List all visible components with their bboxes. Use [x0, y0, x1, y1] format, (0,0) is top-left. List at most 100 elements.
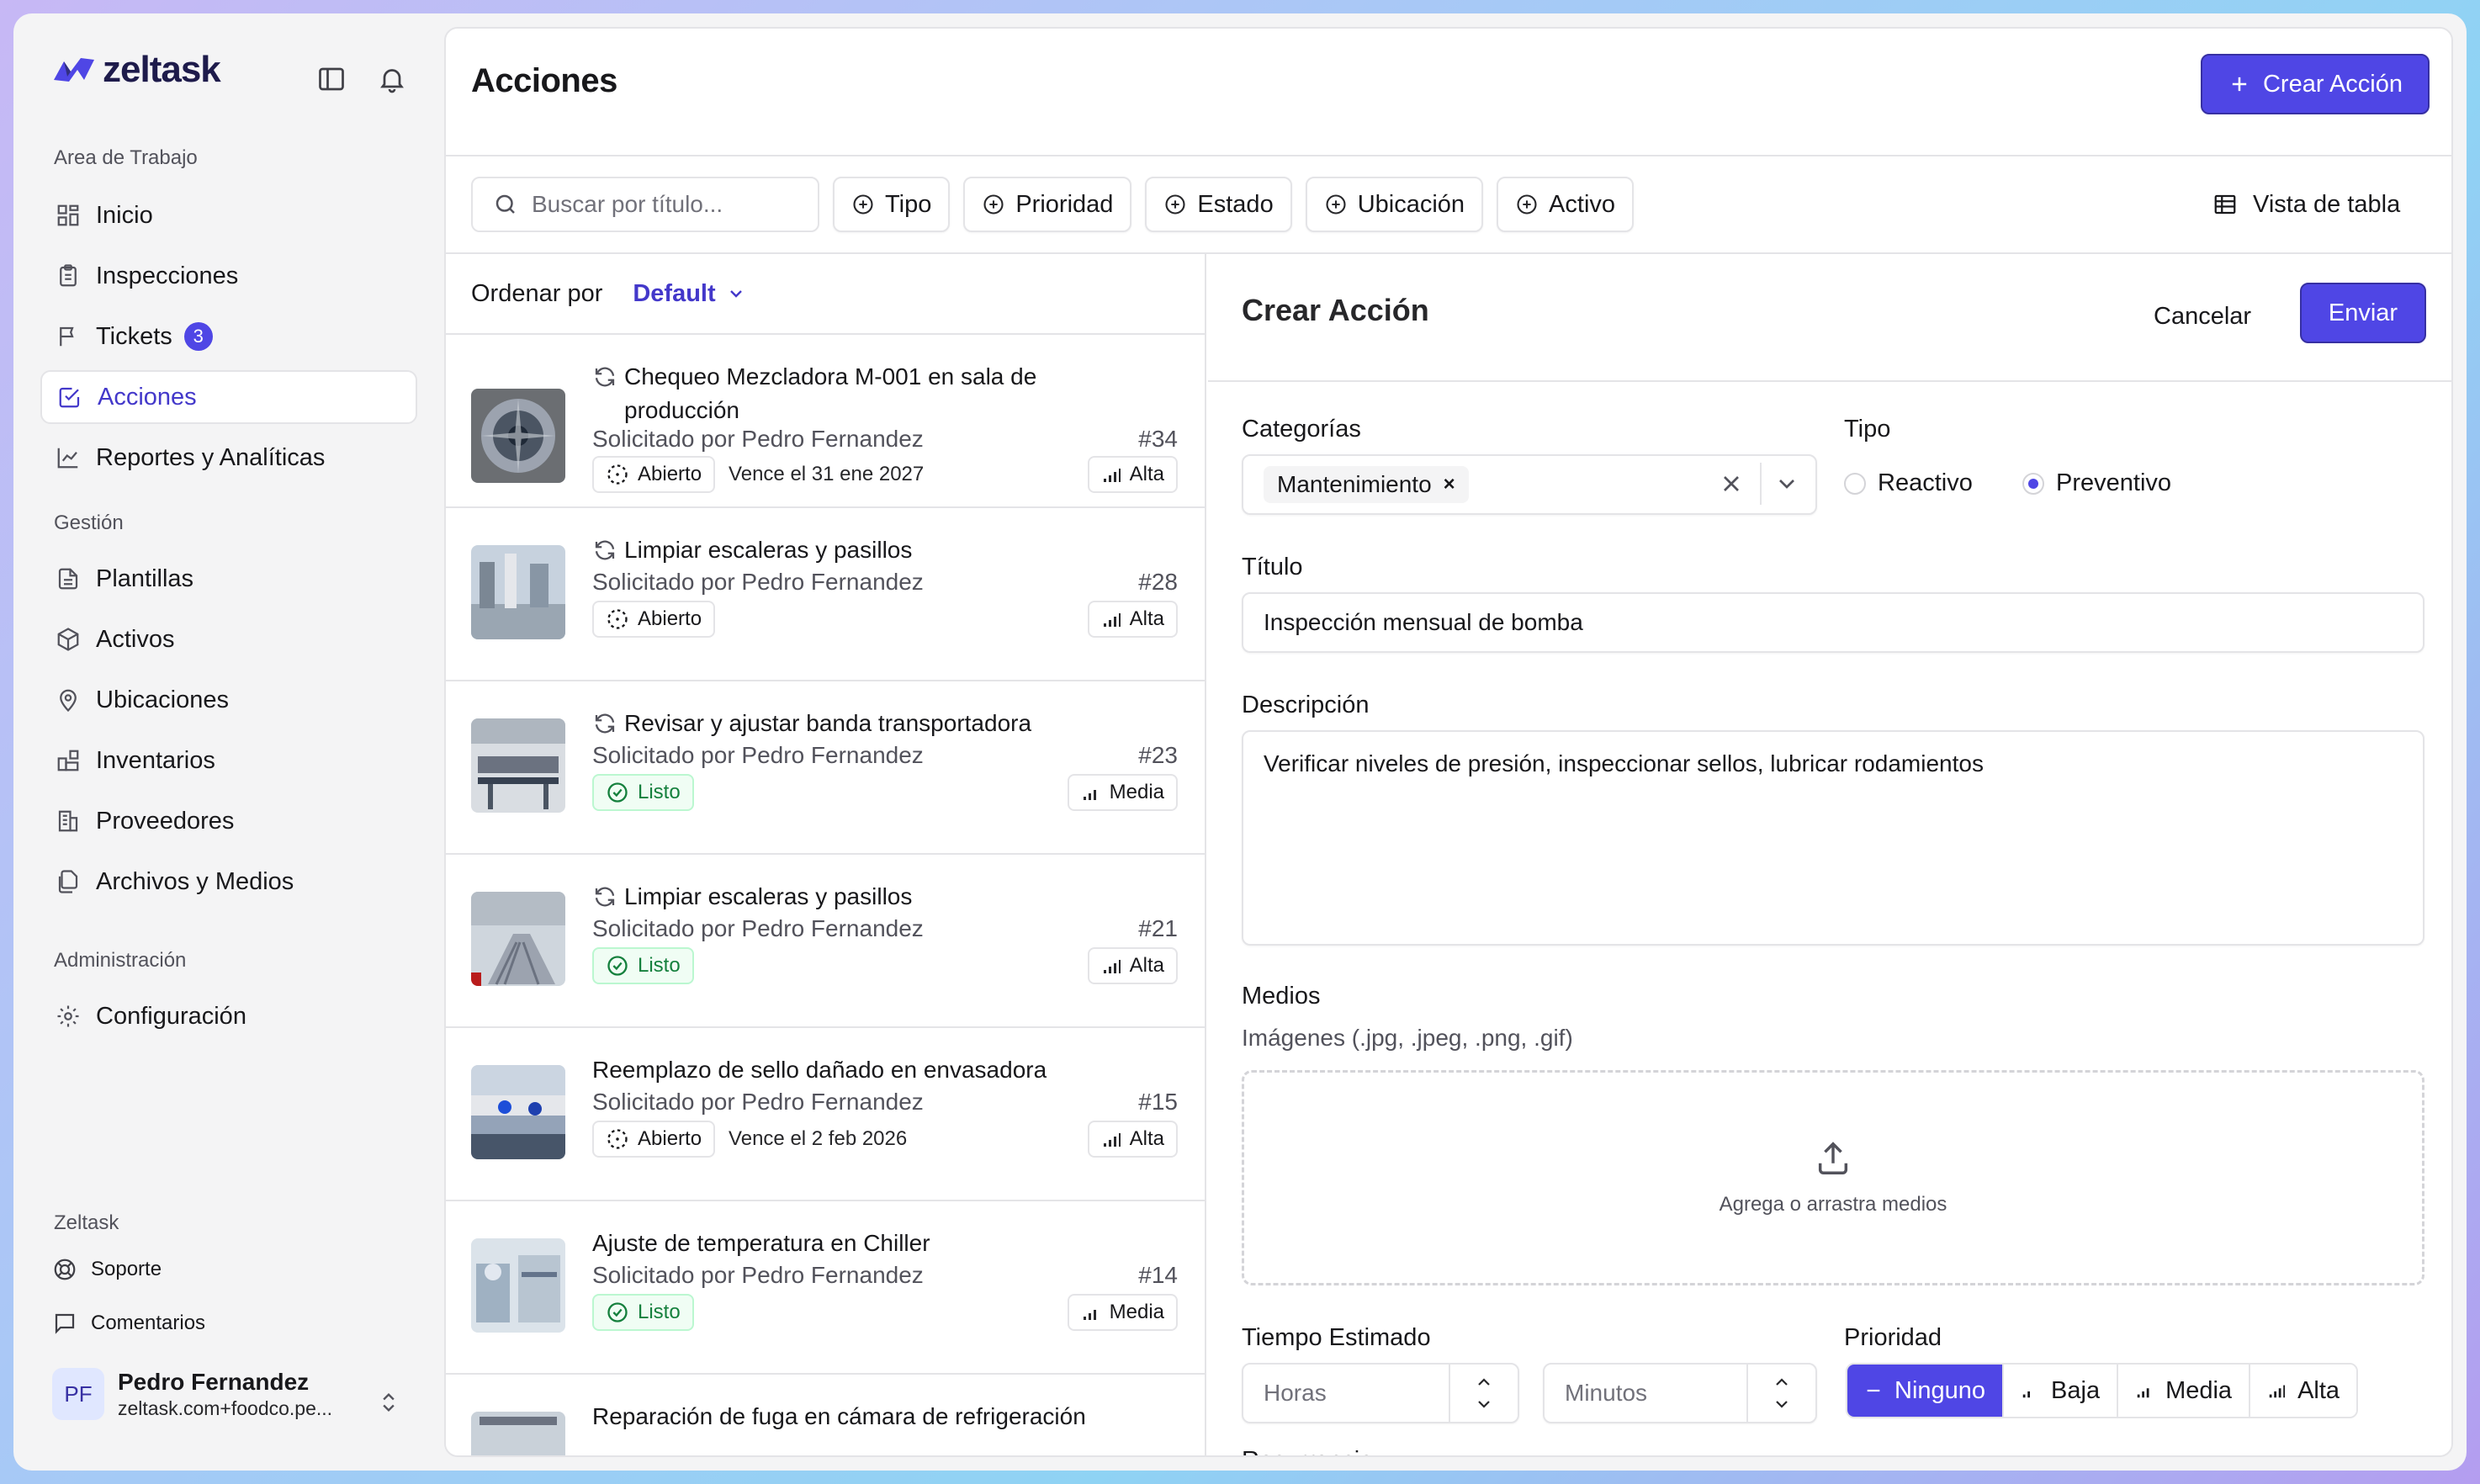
actions-list: Ordenar por Default Chequeo Mezcladora M… [446, 254, 1206, 1455]
submit-button[interactable]: Enviar [2300, 283, 2426, 343]
list-item[interactable]: Reparación de fuga en cámara de refriger… [446, 1375, 1205, 1455]
hours-stepper[interactable] [1242, 1363, 1519, 1423]
chevron-up-icon[interactable] [1772, 1372, 1792, 1392]
sidebar-item-inspecciones[interactable]: Inspecciones [40, 249, 417, 303]
list-item[interactable]: Limpiar escaleras y pasillos Solicitado … [446, 508, 1205, 681]
sidebar-toggle-icon[interactable] [316, 64, 347, 94]
item-meta: Abierto Vence el 2 feb 2026 [592, 1121, 907, 1158]
list-item[interactable]: Limpiar escaleras y pasillos Solicitado … [446, 855, 1205, 1028]
description-textarea[interactable]: Verificar niveles de presión, inspeccion… [1264, 749, 2399, 925]
sidebar-item-inicio[interactable]: Inicio [40, 188, 417, 242]
priority-option-baja[interactable]: Baja [2002, 1365, 2117, 1417]
sidebar-item-inventarios[interactable]: Inventarios [40, 734, 417, 787]
sidebar-item-proveedores[interactable]: Proveedores [40, 794, 417, 848]
clipboard-icon [60, 264, 77, 287]
grid-icon [57, 204, 79, 226]
radio-label: Preventivo [2056, 469, 2172, 496]
hours-input[interactable] [1264, 1380, 1432, 1407]
plus-icon [2232, 77, 2247, 92]
remove-category-icon[interactable]: × [1444, 473, 1455, 496]
item-title-row: Limpiar escaleras y pasillos [592, 880, 1097, 914]
filter-chip-tipo[interactable]: Tipo [833, 177, 951, 232]
filter-chip-activo[interactable]: Activo [1497, 177, 1635, 232]
brand-name: zeltask [103, 49, 221, 90]
chevron-down-icon[interactable] [1474, 1394, 1494, 1414]
sidebar-item-plantillas[interactable]: Plantillas [40, 552, 417, 606]
sidebar-item-tickets[interactable]: Tickets 3 [40, 310, 417, 363]
search-input[interactable] [532, 191, 809, 218]
divider [1208, 380, 2451, 382]
bell-icon[interactable] [377, 64, 407, 94]
item-thumbnail [471, 1412, 565, 1455]
cancel-button[interactable]: Cancelar [2137, 286, 2268, 347]
title-field[interactable] [1242, 592, 2424, 653]
minutes-stepper-buttons [1746, 1365, 1815, 1422]
brand-logo[interactable]: zeltask [52, 49, 221, 91]
gear-icon [57, 1005, 79, 1027]
item-title-row: Ajuste de temperatura en Chiller [592, 1227, 1097, 1260]
search-icon [495, 194, 515, 214]
chevron-down-icon[interactable] [1772, 1394, 1792, 1414]
user-menu[interactable]: PF Pedro Fernandez zeltask.com+foodco.pe… [52, 1368, 332, 1420]
plus-circle-icon [853, 194, 873, 215]
sidebar-item-acciones[interactable]: Acciones [40, 370, 417, 424]
check-square-icon [59, 387, 80, 408]
filter-chip-prioridad[interactable]: Prioridad [963, 177, 1132, 232]
priority-option-alta[interactable]: Alta [2249, 1365, 2357, 1417]
item-meta: Abierto [592, 601, 716, 638]
priority-option-ninguno[interactable]: Ninguno [1847, 1365, 2003, 1417]
priority-option-label: Ninguno [1894, 1376, 1986, 1404]
categories-select[interactable]: Mantenimiento × [1242, 454, 1817, 515]
circle-dashed-icon [607, 464, 628, 485]
chevron-down-icon[interactable] [1773, 470, 1800, 497]
title-input[interactable] [1264, 609, 2391, 636]
category-chip: Mantenimiento × [1264, 466, 1469, 503]
create-action-button[interactable]: Crear Acción [2201, 54, 2430, 114]
page-title: Acciones [471, 62, 617, 99]
sidebar-item-ubicaciones[interactable]: Ubicaciones [40, 673, 417, 727]
footer-item-soporte[interactable]: Soporte [52, 1257, 162, 1282]
user-email: zeltask.com+foodco.pe... [118, 1397, 333, 1419]
sidebar-item-activos[interactable]: Activos [40, 612, 417, 666]
sidebar-item-label: Reportes y Analíticas [96, 443, 326, 471]
plus-circle-icon [1165, 194, 1185, 215]
hours-stepper-buttons [1449, 1365, 1518, 1422]
chevrons-up-down-icon[interactable] [377, 1388, 400, 1417]
sidebar-item-archivos[interactable]: Archivos y Medios [40, 855, 417, 909]
radio-button[interactable] [2022, 472, 2044, 495]
type-radio-preventivo[interactable]: Preventivo [2022, 469, 2171, 497]
list-item[interactable]: Revisar y ajustar banda transportadora S… [446, 681, 1205, 855]
flag-icon [60, 326, 74, 347]
priority-option-media[interactable]: Media [2117, 1365, 2249, 1417]
status-label: Abierto [638, 1127, 702, 1150]
recurring-icon [595, 540, 615, 560]
sidebar-item-reportes[interactable]: Reportes y Analíticas [40, 431, 417, 485]
minutes-stepper[interactable] [1543, 1363, 1817, 1423]
radio-button[interactable] [1844, 472, 1866, 495]
item-number: #28 [1138, 569, 1178, 595]
create-action-form: Crear Acción Cancelar Enviar Categorías … [1208, 254, 2451, 1455]
tickets-count-badge: 3 [183, 322, 213, 351]
item-thumbnail [471, 1238, 565, 1333]
description-field[interactable]: Verificar niveles de presión, inspeccion… [1242, 730, 2424, 946]
filter-chip-estado[interactable]: Estado [1145, 177, 1292, 232]
list-item[interactable]: Chequeo Mezcladora M-001 en sala de prod… [446, 335, 1205, 508]
item-title-row: Limpiar escaleras y pasillos [592, 533, 1097, 567]
sidebar-item-configuracion[interactable]: Configuración [40, 989, 417, 1043]
sort-dropdown[interactable]: Default [633, 280, 745, 308]
circle-dashed-icon [607, 1129, 628, 1149]
item-title-row: Revisar y ajustar banda transportadora [592, 707, 1097, 740]
table-view-toggle[interactable]: Vista de tabla [2212, 177, 2400, 232]
footer-item-comentarios[interactable]: Comentarios [52, 1311, 205, 1336]
minutes-input[interactable] [1565, 1380, 1733, 1407]
clear-icon[interactable] [1718, 470, 1745, 497]
media-dropzone[interactable]: Agrega o arrastra medios [1242, 1070, 2424, 1285]
sidebar-item-label: Configuración [96, 1002, 246, 1030]
priority-badge: Media [1067, 774, 1178, 811]
list-item[interactable]: Reemplazo de sello dañado en envasadora … [446, 1028, 1205, 1201]
type-radio-reactivo[interactable]: Reactivo [1844, 469, 1973, 497]
filter-chip-ubicacion[interactable]: Ubicación [1305, 177, 1484, 232]
list-item[interactable]: Ajuste de temperatura en Chiller Solicit… [446, 1201, 1205, 1375]
user-name: Pedro Fernandez [118, 1368, 310, 1395]
chevron-up-icon[interactable] [1474, 1372, 1494, 1392]
